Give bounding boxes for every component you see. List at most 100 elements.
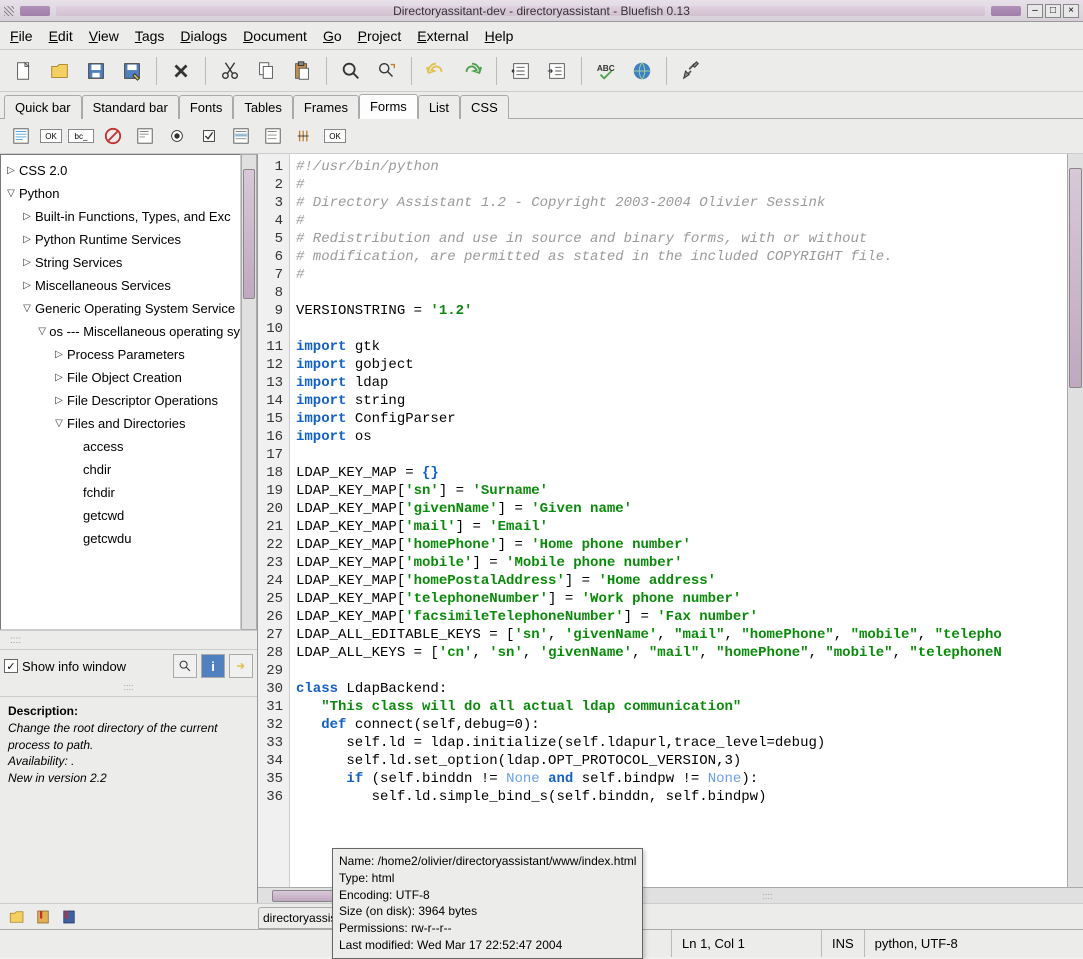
search-ref-button[interactable] xyxy=(173,654,197,678)
tree-item[interactable]: ▷Process Parameters xyxy=(1,343,240,366)
tree-item[interactable]: ▽os --- Miscellaneous operating sy xyxy=(1,320,240,343)
chevron-right-icon[interactable]: ▷ xyxy=(21,234,33,245)
chevron-right-icon[interactable]: ▷ xyxy=(21,257,33,268)
toolbar-tab-list[interactable]: List xyxy=(418,95,460,119)
cut-button[interactable] xyxy=(214,55,246,87)
toolbar-tab-standard-bar[interactable]: Standard bar xyxy=(82,95,179,119)
open-file-button[interactable] xyxy=(44,55,76,87)
find-replace-button[interactable] xyxy=(371,55,403,87)
tree-item[interactable]: ▽Python xyxy=(1,182,240,205)
menu-help[interactable]: Help xyxy=(485,28,514,44)
toolbar-tab-forms[interactable]: Forms xyxy=(359,94,418,119)
tree-item-label: getcwd xyxy=(83,508,124,523)
browser-preview-button[interactable] xyxy=(626,55,658,87)
checkbox-tool[interactable] xyxy=(196,123,222,149)
chevron-down-icon[interactable]: ▽ xyxy=(53,418,65,429)
button-tool[interactable]: OK xyxy=(324,129,346,143)
toolbar-tab-tables[interactable]: Tables xyxy=(233,95,293,119)
copy-button[interactable] xyxy=(250,55,282,87)
menu-dialogs[interactable]: Dialogs xyxy=(180,28,227,44)
sidebar-splitter-2[interactable]: :::: xyxy=(0,682,257,696)
tree-item[interactable]: ▷Python Runtime Services xyxy=(1,228,240,251)
tree-item[interactable]: ▷Miscellaneous Services xyxy=(1,274,240,297)
chevron-right-icon[interactable]: ▷ xyxy=(5,165,17,176)
tree-item[interactable]: ▷CSS 2.0 xyxy=(1,159,240,182)
save-as-button[interactable] xyxy=(116,55,148,87)
tree-item[interactable]: chdir xyxy=(1,458,240,481)
textarea-tool[interactable] xyxy=(132,123,158,149)
bookmarks-tab-icon[interactable] xyxy=(32,907,54,927)
toolbar-tab-fonts[interactable]: Fonts xyxy=(179,95,234,119)
filebrowser-tab-icon[interactable] xyxy=(6,907,28,927)
radio-tool[interactable] xyxy=(164,123,190,149)
tree-item[interactable]: getcwd xyxy=(1,504,240,527)
minimize-button[interactable]: – xyxy=(1027,4,1043,18)
status-insert-mode[interactable]: INS xyxy=(822,930,865,957)
menu-document[interactable]: Document xyxy=(243,28,307,44)
toolbar-tab-quick-bar[interactable]: Quick bar xyxy=(4,95,82,119)
chevron-down-icon[interactable]: ▽ xyxy=(21,303,33,314)
unindent-button[interactable] xyxy=(505,55,537,87)
chevron-right-icon[interactable]: ▷ xyxy=(53,372,65,383)
tree-item[interactable]: ▽Generic Operating System Service xyxy=(1,297,240,320)
undo-button[interactable] xyxy=(420,55,452,87)
chevron-right-icon[interactable]: ▷ xyxy=(21,280,33,291)
indent-button[interactable] xyxy=(541,55,573,87)
tree-item[interactable]: ▷File Descriptor Operations xyxy=(1,389,240,412)
tree-item[interactable]: ▷Built-in Functions, Types, and Exc xyxy=(1,205,240,228)
show-info-label: Show info window xyxy=(22,659,169,674)
preferences-button[interactable] xyxy=(675,55,707,87)
find-button[interactable] xyxy=(335,55,367,87)
tree-item-label: Process Parameters xyxy=(67,347,185,362)
chevron-down-icon[interactable]: ▽ xyxy=(5,188,17,199)
redo-button[interactable] xyxy=(456,55,488,87)
forward-ref-button[interactable] xyxy=(229,654,253,678)
option-tool[interactable] xyxy=(260,123,286,149)
menu-go[interactable]: Go xyxy=(323,28,342,44)
show-info-checkbox[interactable]: ✓ xyxy=(4,659,18,673)
status-encoding[interactable]: python, UTF-8 xyxy=(865,930,1083,957)
tree-scrollbar[interactable] xyxy=(241,154,257,630)
form-button[interactable] xyxy=(8,123,34,149)
toolbar-tab-css[interactable]: CSS xyxy=(460,95,509,119)
menu-edit[interactable]: Edit xyxy=(49,28,73,44)
paste-button[interactable] xyxy=(286,55,318,87)
reference-tab-icon[interactable] xyxy=(58,907,80,927)
info-button[interactable]: i xyxy=(201,654,225,678)
toolbar-tab-frames[interactable]: Frames xyxy=(293,95,359,119)
tree-scroll-thumb[interactable] xyxy=(243,169,255,299)
chevron-right-icon[interactable]: ▷ xyxy=(53,395,65,406)
editor-vscrollbar[interactable] xyxy=(1067,154,1083,887)
menu-tags[interactable]: Tags xyxy=(135,28,165,44)
chevron-right-icon[interactable]: ▷ xyxy=(53,349,65,360)
spellcheck-button[interactable]: ABC xyxy=(590,55,622,87)
close-file-button[interactable] xyxy=(165,55,197,87)
tree-item[interactable]: getcwdu xyxy=(1,527,240,550)
maximize-button[interactable]: □ xyxy=(1045,4,1061,18)
tree-item[interactable]: fchdir xyxy=(1,481,240,504)
chevron-down-icon[interactable]: ▽ xyxy=(37,326,47,337)
forbidden-button-tool[interactable] xyxy=(100,123,126,149)
tree-item[interactable]: ▽Files and Directories xyxy=(1,412,240,435)
tree-item[interactable]: ▷String Services xyxy=(1,251,240,274)
tree-item[interactable]: ▷File Object Creation xyxy=(1,366,240,389)
menu-external[interactable]: External xyxy=(417,28,468,44)
optgroup-tool[interactable] xyxy=(292,123,318,149)
new-file-button[interactable] xyxy=(8,55,40,87)
close-button[interactable]: × xyxy=(1063,4,1079,18)
submit-button-tool[interactable]: OK xyxy=(40,129,62,143)
chevron-right-icon[interactable]: ▷ xyxy=(21,211,33,222)
save-file-button[interactable] xyxy=(80,55,112,87)
sidebar-splitter-1[interactable]: :::: xyxy=(0,630,257,650)
menu-project[interactable]: Project xyxy=(358,28,402,44)
select-tool[interactable] xyxy=(228,123,254,149)
text-input-tool[interactable]: bc_ xyxy=(68,129,94,143)
code-editor[interactable]: #!/usr/bin/python## Directory Assistant … xyxy=(290,154,1067,887)
tree-item-label: Python xyxy=(19,186,59,201)
menu-file[interactable]: File xyxy=(10,28,33,44)
tree-item[interactable]: access xyxy=(1,435,240,458)
editor-vscroll-thumb[interactable] xyxy=(1069,168,1082,388)
tooltip-modified: Last modified: Wed Mar 17 22:52:47 2004 xyxy=(339,937,636,954)
menu-view[interactable]: View xyxy=(89,28,119,44)
reference-tree[interactable]: ▷CSS 2.0▽Python▷Built-in Functions, Type… xyxy=(0,154,241,630)
